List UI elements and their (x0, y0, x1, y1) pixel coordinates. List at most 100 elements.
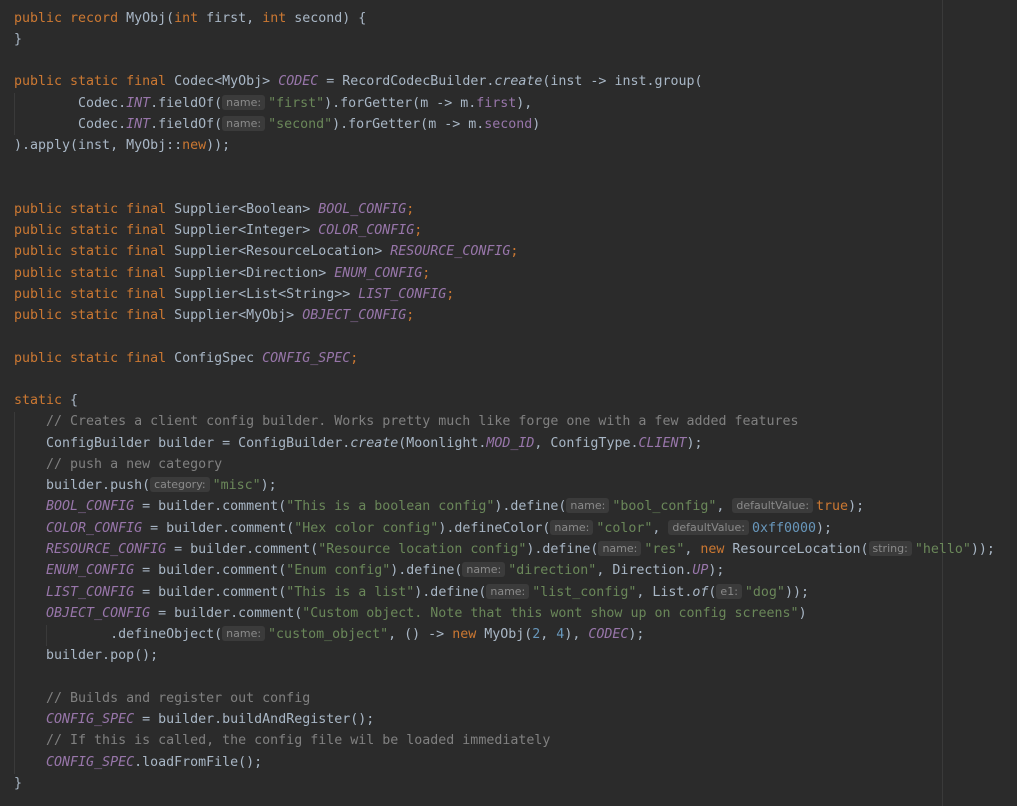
code-token: "direction" (508, 563, 597, 579)
code-line[interactable]: public static final Supplier<Direction> … (14, 263, 430, 284)
code-token: .defineObject( (14, 627, 223, 643)
code-line[interactable]: CONFIG_SPEC = builder.buildAndRegister()… (14, 709, 374, 730)
code-line[interactable]: RESOURCE_CONFIG = builder.comment("Resou… (14, 539, 995, 560)
code-token: BOOL_CONFIG (46, 499, 135, 515)
code-line[interactable]: public static final Supplier<ResourceLoc… (14, 241, 518, 262)
code-token: ).defineColor( (438, 520, 551, 536)
code-token: INT (126, 95, 151, 111)
code-token: Codec<MyObj> (174, 74, 279, 90)
parameter-hint: name: (462, 562, 506, 578)
code-line[interactable]: public static final ConfigSpec CONFIG_SP… (14, 348, 358, 369)
code-token: ); (260, 478, 277, 494)
code-line[interactable]: // push a new category (14, 454, 222, 475)
code-token: ), (564, 627, 589, 643)
code-token: "bool_config" (612, 499, 717, 515)
code-line[interactable]: public static final Supplier<MyObj> OBJE… (14, 305, 414, 326)
parameter-hint: name: (598, 541, 642, 556)
code-line[interactable]: builder.pop(); (14, 645, 158, 666)
code-token: ).apply(inst, MyObj:: (14, 138, 183, 154)
code-line[interactable]: COLOR_CONFIG = builder.comment("Hex colo… (14, 518, 832, 539)
code-line[interactable]: public static final Supplier<Boolean> BO… (14, 199, 414, 220)
code-line[interactable]: OBJECT_CONFIG = builder.comment("Custom … (14, 603, 807, 624)
code-line[interactable]: ConfigBuilder builder = ConfigBuilder.cr… (14, 433, 703, 454)
code-token: CODEC (278, 74, 319, 90)
code-token: = builder.buildAndRegister(); (134, 712, 375, 728)
parameter-hint: name: (550, 519, 594, 535)
code-token: // push a new category (14, 456, 223, 472)
code-token: ; (350, 350, 359, 366)
code-token: "custom_object" (268, 627, 389, 643)
code-line[interactable]: public static final Supplier<Integer> CO… (14, 220, 422, 241)
code-token: )); (784, 584, 809, 600)
code-line[interactable]: // Creates a client config builder. Work… (14, 411, 799, 432)
code-line[interactable]: CONFIG_SPEC.loadFromFile(); (14, 752, 262, 773)
code-token: CLIENT (638, 435, 687, 451)
code-token: "misc" (212, 478, 261, 494)
code-token: , (684, 542, 701, 557)
parameter-hint: defaultValue: (732, 498, 814, 514)
code-token: COLOR_CONFIG (318, 223, 415, 239)
code-line[interactable]: ).apply(inst, MyObj::new)); (14, 135, 230, 156)
code-token: ResourceLocation( (732, 542, 869, 557)
code-token: ); (708, 563, 725, 579)
parameter-hint: string: (868, 541, 912, 556)
code-token: Codec. (14, 95, 127, 111)
code-token: second (484, 116, 533, 132)
code-token: = builder.comment( (134, 584, 287, 600)
code-line[interactable]: // If this is called, the config file wi… (14, 730, 550, 751)
code-token: public static final (14, 74, 175, 90)
parameter-hint: category: (150, 477, 210, 493)
code-token: OBJECT_CONFIG (302, 308, 407, 324)
code-token: (inst -> inst.group( (542, 74, 703, 90)
code-token: "res" (644, 542, 685, 557)
code-line[interactable]: ENUM_CONFIG = builder.comment("Enum conf… (14, 560, 724, 581)
code-line[interactable]: .defineObject(name: "custom_object", () -… (14, 624, 644, 645)
code-line[interactable]: } (14, 29, 22, 50)
parameter-hint: name: (222, 115, 266, 131)
code-token: int (262, 10, 295, 26)
code-token: ConfigBuilder builder = ConfigBuilder. (14, 435, 351, 451)
code-token: Supplier<List<String>> (174, 286, 359, 302)
code-line[interactable]: } (14, 773, 22, 794)
code-line[interactable]: builder.push(category: "misc"); (14, 475, 277, 496)
code-token: new (182, 138, 207, 154)
code-token: public static final (14, 223, 175, 239)
code-token: Supplier<MyObj> (174, 308, 303, 324)
code-token: ); (628, 627, 645, 643)
code-token: } (14, 775, 23, 791)
code-token: "dog" (744, 584, 785, 600)
code-line[interactable]: LIST_CONFIG = builder.comment("This is a… (14, 582, 809, 603)
code-token: INT (126, 116, 151, 132)
code-token: second) { (294, 10, 367, 26)
code-token: .fieldOf( (150, 116, 223, 132)
code-token: public static final (14, 350, 175, 366)
code-token: "first" (268, 95, 325, 111)
code-token: ).define( (390, 563, 463, 579)
code-line[interactable]: public static final Supplier<List<String… (14, 284, 454, 305)
code-token: BOOL_CONFIG (318, 201, 407, 217)
code-token: of (692, 584, 709, 600)
code-line[interactable]: public record MyObj(int first, int secon… (14, 8, 366, 29)
code-line[interactable]: static { (14, 390, 78, 411)
code-token: CONFIG_SPEC (262, 350, 351, 366)
code-token: )); (206, 138, 231, 154)
code-line[interactable]: Codec.INT.fieldOf(name: "first").forGette… (14, 93, 532, 114)
code-token: ); (816, 520, 833, 536)
code-line[interactable]: Codec.INT.fieldOf(name: "second").forGett… (14, 114, 540, 135)
code-token: ).define( (414, 584, 487, 600)
code-token: Supplier<Integer> (174, 223, 319, 239)
code-token: Supplier<Boolean> (174, 201, 319, 217)
code-editor[interactable]: public record MyObj(int first, int secon… (0, 0, 1017, 806)
code-token: Supplier<Direction> (174, 265, 335, 281)
code-line[interactable]: // Builds and register out config (14, 688, 310, 709)
code-token: ; (406, 201, 415, 217)
code-line[interactable]: public static final Codec<MyObj> CODEC =… (14, 71, 703, 92)
code-token: UP (692, 563, 709, 579)
code-token: "color" (596, 520, 653, 536)
code-line[interactable]: BOOL_CONFIG = builder.comment("This is a… (14, 496, 864, 517)
code-token: ; (446, 286, 455, 302)
